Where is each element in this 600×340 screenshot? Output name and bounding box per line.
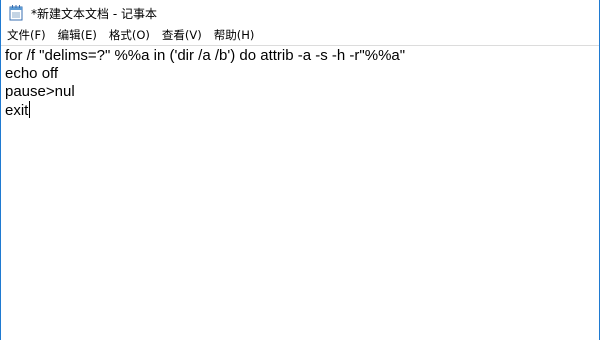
menu-file[interactable]: 文件(F) bbox=[1, 26, 52, 45]
editor-line: pause>nul bbox=[5, 83, 599, 101]
editor-line: echo off bbox=[5, 65, 599, 83]
text-caret bbox=[29, 101, 31, 118]
editor-line: for /f "delims=?" %%a in ('dir /a /b') d… bbox=[5, 47, 599, 65]
menu-edit[interactable]: 编辑(E) bbox=[52, 26, 103, 45]
editor-line-text: exit bbox=[5, 102, 29, 119]
title-bar[interactable]: *新建文本文档 - 记事本 bbox=[1, 0, 599, 26]
menu-format[interactable]: 格式(O) bbox=[103, 26, 156, 45]
editor-line: exit bbox=[5, 101, 599, 119]
editor-line-text: echo off bbox=[5, 65, 59, 82]
editor-line-text: pause>nul bbox=[5, 83, 75, 100]
text-editor[interactable]: for /f "delims=?" %%a in ('dir /a /b') d… bbox=[1, 45, 599, 340]
menu-view[interactable]: 查看(V) bbox=[156, 26, 208, 45]
menu-help[interactable]: 帮助(H) bbox=[208, 26, 261, 45]
notepad-window: *新建文本文档 - 记事本 文件(F) 编辑(E) 格式(O) 查看(V) 帮助… bbox=[0, 0, 600, 340]
menu-bar: 文件(F) 编辑(E) 格式(O) 查看(V) 帮助(H) bbox=[1, 26, 599, 45]
editor-line-text: for /f "delims=?" %%a in ('dir /a /b') d… bbox=[5, 47, 406, 64]
window-title: *新建文本文档 - 记事本 bbox=[31, 6, 157, 21]
notepad-icon bbox=[9, 5, 23, 21]
